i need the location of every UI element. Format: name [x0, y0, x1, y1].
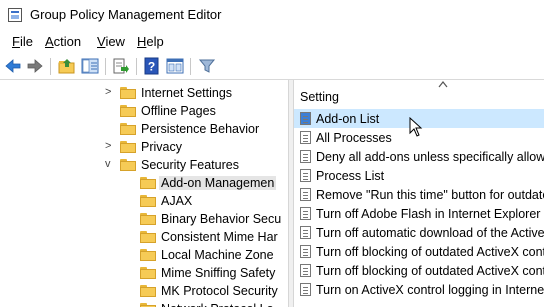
policy-setting-icon: [300, 188, 311, 201]
setting-label: Turn on ActiveX control logging in Inter…: [316, 283, 544, 297]
up-folder-icon[interactable]: [58, 57, 76, 75]
tree-item-label: Persistence Behavior: [141, 122, 260, 136]
tree-item-label: Offline Pages: [141, 104, 216, 118]
setting-row[interactable]: Turn off blocking of outdated ActiveX co…: [294, 242, 544, 261]
setting-row[interactable]: Deny all add-ons unless specifically all…: [294, 147, 544, 166]
tree-item[interactable]: Network Protocol Lo: [0, 300, 288, 307]
policy-setting-icon: [300, 264, 311, 277]
policy-setting-icon: [300, 226, 311, 239]
column-header-setting[interactable]: Setting: [294, 80, 544, 108]
folder-icon: [140, 213, 156, 225]
setting-row[interactable]: Remove "Run this time" button for outdat…: [294, 185, 544, 204]
folder-icon: [140, 231, 156, 243]
properties-icon[interactable]: [166, 57, 184, 75]
tree-item-label: Privacy: [141, 140, 182, 154]
tree-item[interactable]: MK Protocol Security: [0, 282, 288, 300]
setting-label: Turn off blocking of outdated ActiveX co…: [316, 264, 544, 278]
setting-row[interactable]: Turn off automatic download of the Activ…: [294, 223, 544, 242]
tree-item-label: Consistent Mime Har: [161, 230, 278, 244]
policy-setting-icon: [300, 112, 311, 125]
setting-label: Turn off blocking of outdated ActiveX co…: [316, 245, 544, 259]
toolbar-separator: [105, 58, 106, 75]
folder-icon: [140, 177, 156, 189]
tree-item-label: Add-on Managemen: [159, 176, 277, 190]
toolbar-separator: [50, 58, 51, 75]
folder-icon: [140, 249, 156, 261]
back-arrow-icon[interactable]: [4, 57, 22, 75]
tree-item[interactable]: Binary Behavior Secu: [0, 210, 288, 228]
menu-view[interactable]: View: [97, 34, 125, 49]
toolbar-separator: [136, 58, 137, 75]
settings-list: Setting Add-on List All Processes Deny all…: [294, 80, 544, 307]
help-icon[interactable]: ?: [143, 57, 161, 75]
filter-icon[interactable]: [198, 57, 216, 75]
tree-item[interactable]: > Internet Settings: [0, 84, 288, 102]
setting-label: Deny all add-ons unless specifically all…: [316, 150, 544, 164]
title-bar: Group Policy Management Editor: [0, 0, 544, 30]
folder-icon: [120, 159, 136, 171]
setting-label: Remove "Run this time" button for outdat…: [316, 188, 544, 202]
policy-setting-icon: [300, 283, 311, 296]
folder-icon: [140, 267, 156, 279]
folder-icon: [120, 105, 136, 117]
tree-item-label: AJAX: [161, 194, 193, 208]
tree-item-label: Local Machine Zone: [161, 248, 274, 262]
setting-row[interactable]: Turn off blocking of outdated ActiveX co…: [294, 261, 544, 280]
policy-setting-icon: [300, 245, 311, 258]
folder-icon: [120, 123, 136, 135]
policy-setting-icon: [300, 150, 311, 163]
toolbar: ?: [0, 52, 544, 80]
folder-icon: [140, 303, 156, 307]
menu-action[interactable]: Action: [45, 34, 81, 49]
folder-icon: [140, 195, 156, 207]
setting-label: All Processes: [316, 131, 392, 145]
tree-item[interactable]: Mime Sniffing Safety: [0, 264, 288, 282]
setting-label: Turn off Adobe Flash in Internet Explore…: [316, 207, 544, 221]
tree-item[interactable]: AJAX: [0, 192, 288, 210]
setting-label: Turn off automatic download of the Activ…: [316, 226, 544, 240]
mouse-cursor-icon: [409, 117, 423, 137]
chevron-right-icon[interactable]: >: [105, 86, 111, 98]
sort-up-icon: [438, 81, 448, 88]
navigation-tree: > Internet Settings Offline Pages Persisten…: [0, 80, 288, 307]
setting-label: Process List: [316, 169, 385, 183]
folder-icon: [140, 285, 156, 297]
forward-arrow-icon[interactable]: [26, 57, 44, 75]
tree-item[interactable]: Local Machine Zone: [0, 246, 288, 264]
policy-setting-icon: [300, 131, 311, 144]
menu-bar: File Action View Help: [0, 30, 544, 52]
tree-item[interactable]: Consistent Mime Har: [0, 228, 288, 246]
setting-label: Add-on List: [316, 112, 380, 126]
tree-item[interactable]: > Privacy: [0, 138, 288, 156]
tree-item-label: Security Features: [141, 158, 239, 172]
chevron-right-icon[interactable]: >: [105, 140, 111, 152]
toolbar-separator: [190, 58, 191, 75]
menu-help[interactable]: Help: [137, 34, 164, 49]
tree-item-label: MK Protocol Security: [161, 284, 278, 298]
show-hide-tree-icon[interactable]: [81, 57, 99, 75]
tree-item-label: Mime Sniffing Safety: [161, 266, 276, 280]
folder-icon: [120, 141, 136, 153]
menu-file[interactable]: File: [12, 34, 33, 49]
tree-item[interactable]: Offline Pages: [0, 102, 288, 120]
svg-text:?: ?: [148, 60, 155, 74]
policy-setting-icon: [300, 169, 311, 182]
export-list-icon[interactable]: [112, 57, 130, 75]
tree-item-label: Network Protocol Lo: [161, 302, 274, 307]
setting-row[interactable]: Process List: [294, 166, 544, 185]
policy-setting-icon: [300, 207, 311, 220]
tree-item[interactable]: Add-on Managemen: [0, 174, 288, 192]
tree-item[interactable]: v Security Features: [0, 156, 288, 174]
setting-row[interactable]: Turn on ActiveX control logging in Inter…: [294, 280, 544, 299]
tree-item[interactable]: Persistence Behavior: [0, 120, 288, 138]
setting-row[interactable]: Turn off Adobe Flash in Internet Explore…: [294, 204, 544, 223]
tree-item-label: Binary Behavior Secu: [161, 212, 282, 226]
folder-icon: [120, 87, 136, 99]
tree-item-label: Internet Settings: [141, 86, 233, 100]
app-icon: [8, 8, 22, 22]
chevron-down-icon[interactable]: v: [105, 158, 111, 170]
window-title: Group Policy Management Editor: [30, 7, 222, 22]
